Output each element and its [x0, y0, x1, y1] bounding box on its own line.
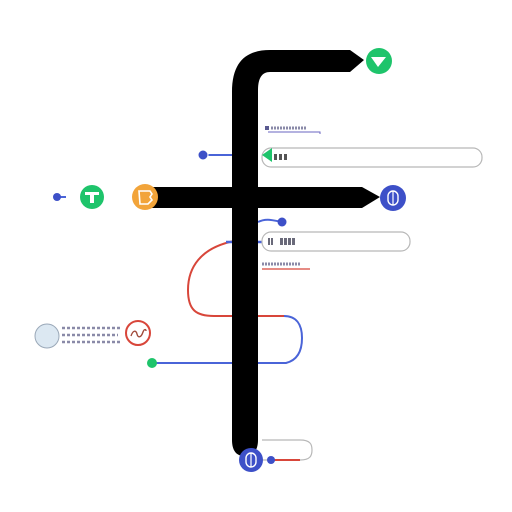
diagram-svg [34, 48, 483, 472]
field-1-marks [274, 154, 287, 160]
field-2-marks [268, 238, 295, 245]
circle-icon[interactable] [34, 323, 60, 349]
blue-loop-connector [152, 315, 304, 364]
blue-dot-bottom[interactable] [267, 456, 275, 464]
document-icon[interactable] [132, 184, 158, 210]
tee-icon[interactable] [80, 185, 104, 209]
capsule-icon[interactable] [380, 185, 406, 211]
blue-dot-far-left[interactable] [53, 193, 61, 201]
trunk-crossbar [150, 187, 380, 208]
chevron-down-icon[interactable] [366, 48, 392, 74]
diagram-canvas [0, 0, 512, 512]
field-1-box[interactable] [261, 147, 483, 168]
scribble-left [62, 326, 122, 344]
green-dot-lower[interactable] [147, 358, 157, 368]
trunk-vertical [232, 50, 364, 456]
capsule-icon-bottom[interactable] [239, 448, 263, 472]
squiggle-icon[interactable] [125, 320, 151, 346]
blue-dot-hook[interactable] [277, 217, 287, 227]
scribble-top [265, 126, 321, 134]
scribble-mid [262, 262, 310, 270]
blue-dot-upper[interactable] [197, 149, 209, 161]
